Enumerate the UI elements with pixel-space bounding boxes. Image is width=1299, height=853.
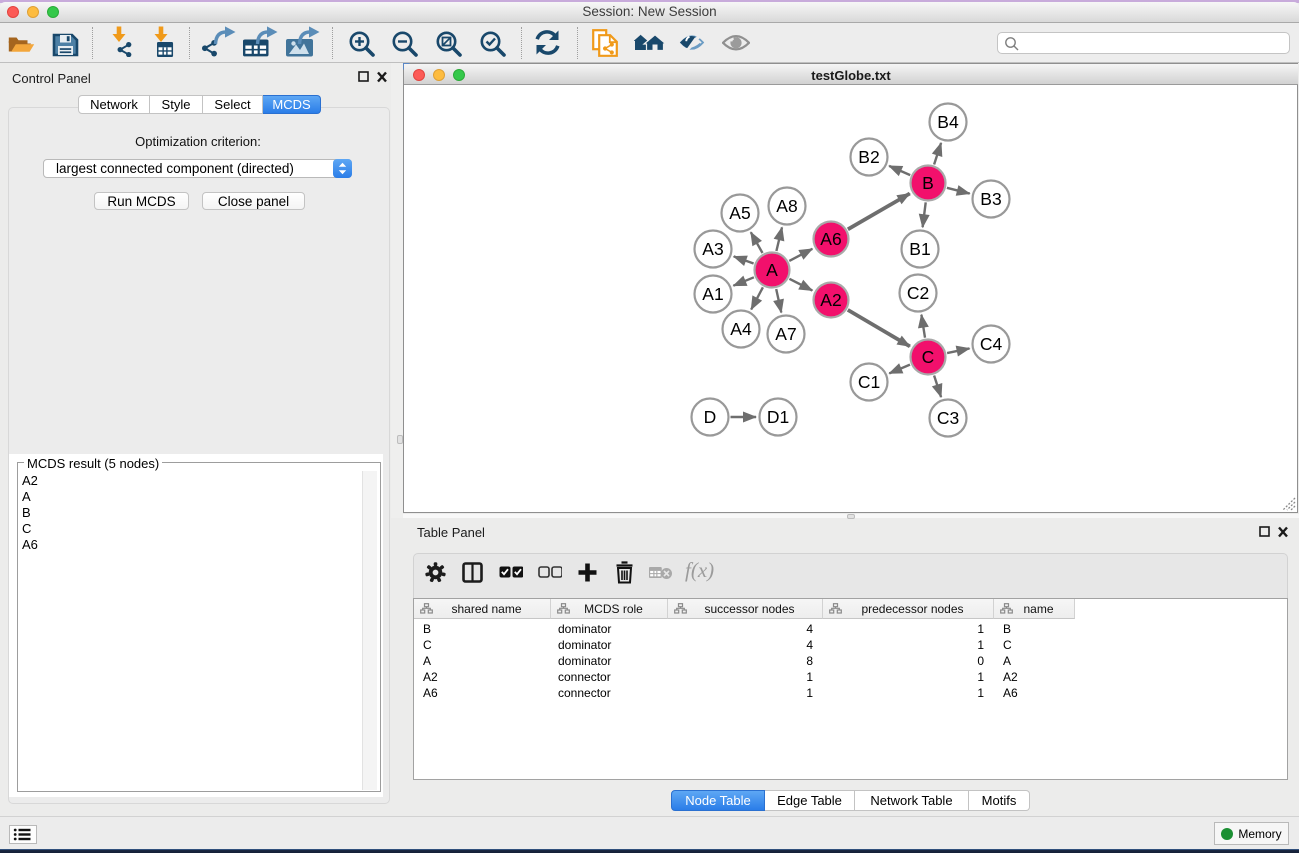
svg-text:A8: A8	[776, 196, 797, 216]
svg-text:A5: A5	[729, 203, 750, 223]
svg-text:A: A	[766, 260, 778, 280]
svg-text:B3: B3	[980, 189, 1001, 209]
svg-text:B: B	[922, 173, 934, 193]
svg-text:B2: B2	[858, 147, 879, 167]
svg-text:B4: B4	[937, 112, 959, 132]
svg-text:C3: C3	[937, 408, 959, 428]
svg-text:C4: C4	[980, 334, 1003, 354]
svg-text:A7: A7	[775, 324, 796, 344]
svg-text:A3: A3	[702, 239, 723, 259]
svg-text:C1: C1	[858, 372, 880, 392]
svg-text:D1: D1	[767, 407, 789, 427]
svg-text:C2: C2	[907, 283, 929, 303]
svg-text:D: D	[704, 407, 717, 427]
svg-text:A6: A6	[820, 229, 841, 249]
svg-text:A1: A1	[702, 284, 723, 304]
svg-text:A2: A2	[820, 290, 841, 310]
svg-text:A4: A4	[730, 319, 752, 339]
svg-text:B1: B1	[909, 239, 930, 259]
svg-text:C: C	[922, 347, 935, 367]
